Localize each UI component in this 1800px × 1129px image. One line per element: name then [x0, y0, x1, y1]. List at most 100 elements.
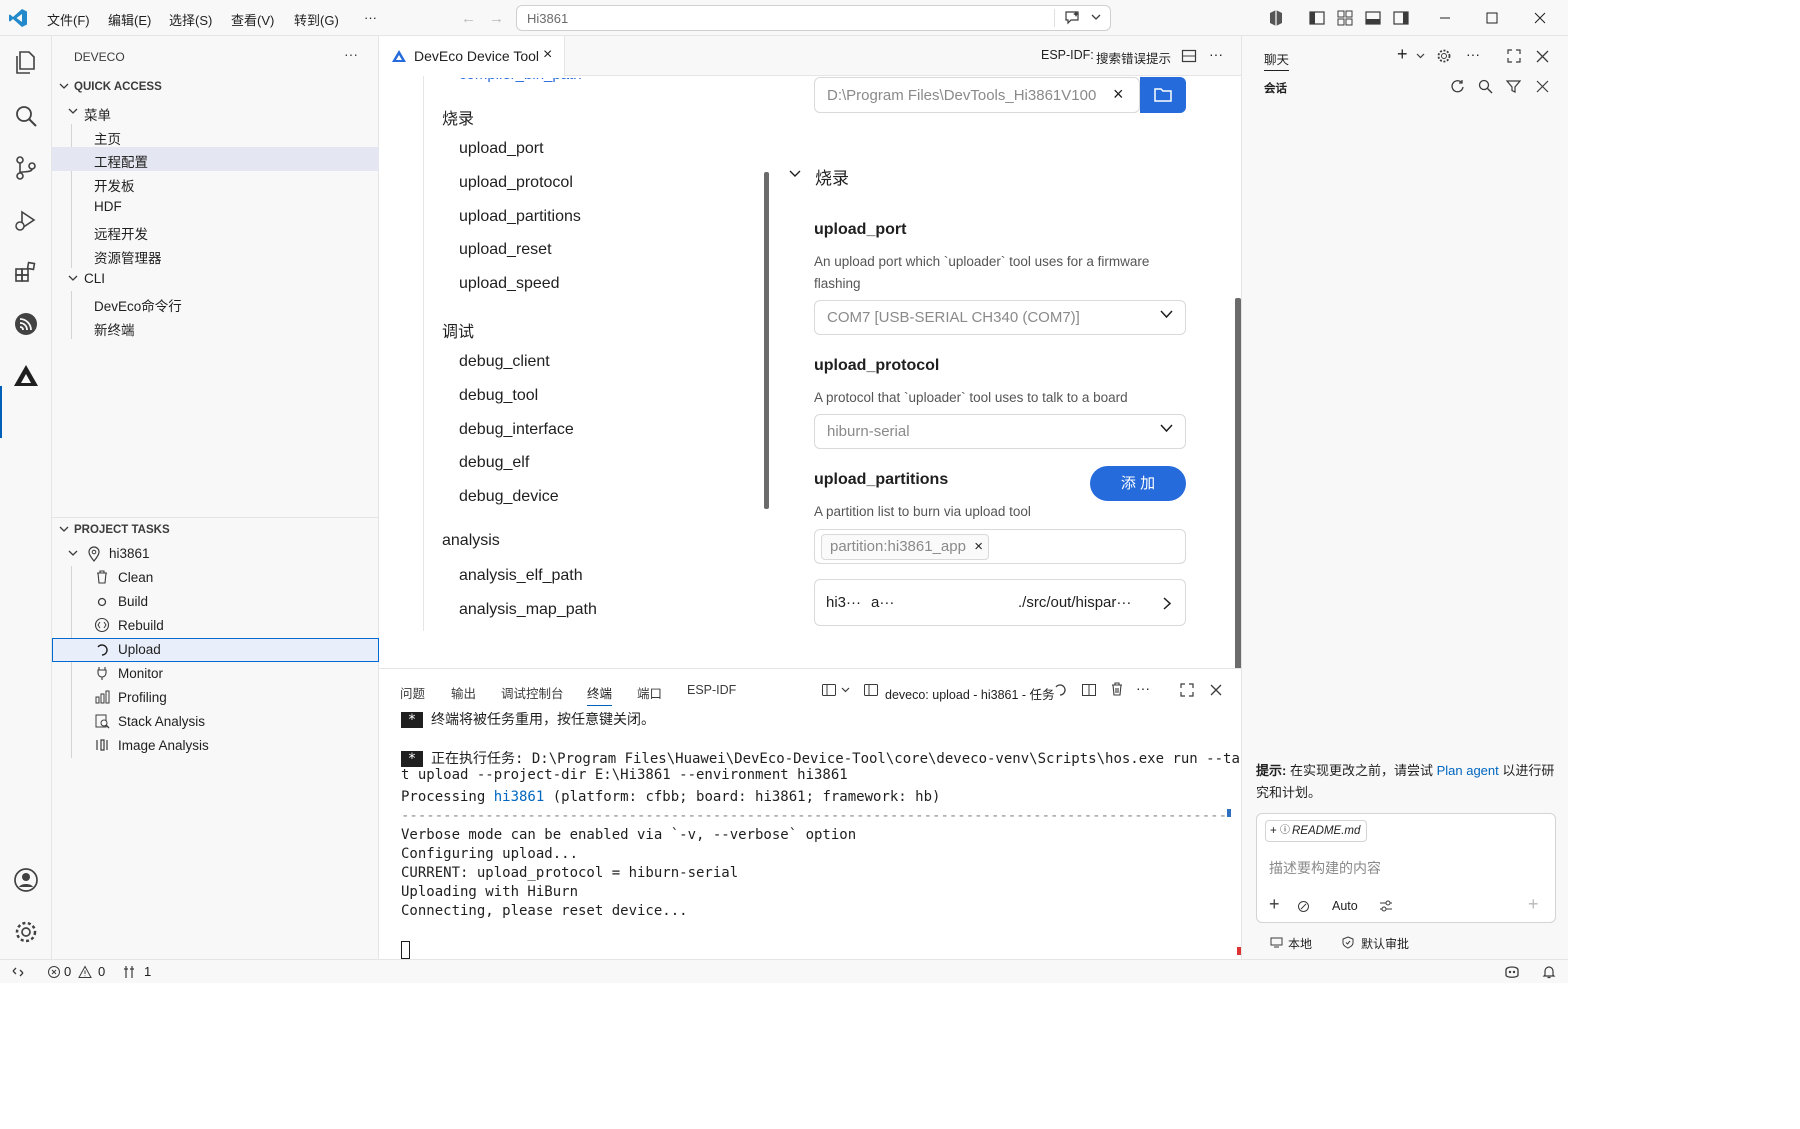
toc-item-analysis-elf-path[interactable]: analysis_elf_path [459, 567, 583, 585]
toolchain-path-input[interactable]: D:\Program Files\DevTools_Hi3861V100 × [814, 77, 1140, 113]
toc-item-debug-interface[interactable]: debug_interface [459, 421, 574, 439]
toc-section-upload[interactable]: 烧录 [442, 105, 474, 129]
add-partition-button[interactable]: 添 加 [1090, 466, 1186, 501]
command-center-search[interactable]: Hi3861 [516, 5, 1111, 31]
account-icon[interactable] [12, 866, 40, 894]
partitions-tag-input[interactable]: partition:hi3861_app × [814, 529, 1186, 564]
task-monitor[interactable]: Monitor [52, 662, 379, 686]
tree-group-cli[interactable]: CLI [52, 267, 379, 291]
ports-icon[interactable] [123, 965, 139, 979]
tab-deveco-device-tool[interactable]: DevEco Device Tool × [379, 36, 565, 76]
chat-toggle[interactable] [1054, 9, 1110, 27]
close-panel-icon[interactable] [1209, 683, 1223, 697]
menu-edit[interactable]: 编辑(E) [108, 10, 151, 29]
tree-item-deveco-cli[interactable]: DevEco命令行 [52, 291, 379, 315]
notifications-bell-icon[interactable] [1541, 964, 1557, 980]
task-stack-analysis[interactable]: Stack Analysis [52, 710, 379, 734]
close-chat-icon[interactable] [1536, 50, 1549, 63]
deveco-icon[interactable] [12, 362, 40, 390]
terminal-cursor[interactable] [401, 941, 410, 959]
send-plus-icon[interactable]: + [1528, 894, 1539, 915]
tab-problems[interactable]: 问题 [400, 683, 425, 702]
tree-group-menu[interactable]: 菜单 [52, 100, 379, 124]
panel-more-button[interactable]: ··· [1136, 680, 1150, 696]
context-attachment[interactable]: + ⓘ README.md [1265, 820, 1368, 842]
editor-more-button[interactable]: ··· [1209, 46, 1223, 62]
warning-count[interactable]: 0 [98, 964, 105, 979]
copilot-icon[interactable] [1267, 9, 1285, 27]
attach-plus-icon[interactable]: + [1269, 894, 1280, 915]
toc-section-debug[interactable]: 调试 [442, 318, 474, 342]
error-icon[interactable] [47, 965, 61, 979]
tab-close-button[interactable]: × [543, 46, 552, 64]
chevron-down-icon[interactable] [841, 687, 850, 693]
search-icon[interactable] [12, 102, 40, 130]
toggle-secondary-sidebar-icon[interactable] [1392, 9, 1410, 27]
terminal-task-label[interactable]: deveco: upload - hi3861 - 任务 [885, 684, 1055, 703]
task-upload[interactable]: Upload [52, 638, 379, 662]
search-icon[interactable] [1478, 79, 1493, 94]
chat-input-placeholder[interactable]: 描述要构建的内容 [1269, 858, 1381, 878]
toc-item-debug-client[interactable]: debug_client [459, 353, 550, 371]
sliders-icon[interactable] [1379, 899, 1393, 913]
menu-selection[interactable]: 选择(S) [169, 10, 212, 29]
default-approval-label[interactable]: 默认审批 [1361, 935, 1409, 952]
clear-path-button[interactable]: × [1113, 84, 1124, 105]
toggle-sidebar-icon[interactable] [1308, 9, 1326, 27]
tab-output[interactable]: 输出 [451, 683, 476, 702]
task-rebuild[interactable]: Rebuild [52, 614, 379, 638]
espressif-icon[interactable] [12, 310, 40, 338]
tab-debug-console[interactable]: 调试控制台 [501, 683, 564, 702]
task-image-analysis[interactable]: Image Analysis [52, 734, 379, 758]
new-chat-plus-icon[interactable]: + [1397, 44, 1408, 65]
upload-port-select[interactable]: COM7 [USB-SERIAL CH340 (COM7)] [814, 300, 1186, 335]
toc-item-upload-speed[interactable]: upload_speed [459, 275, 560, 293]
maximize-icon[interactable] [1483, 9, 1501, 27]
model-mode-picker[interactable]: Auto [1332, 899, 1358, 913]
tree-item-hdf[interactable]: HDF [52, 195, 379, 219]
toc-scrollbar[interactable] [764, 172, 769, 509]
back-arrow-icon[interactable]: ← [461, 10, 476, 27]
menu-go[interactable]: 转到(G) [294, 10, 339, 29]
quick-access-header[interactable]: QUICK ACCESS [52, 78, 379, 98]
settings-gear-icon[interactable] [1436, 48, 1452, 64]
split-terminal-icon[interactable] [1081, 682, 1097, 698]
terminal-env-link[interactable]: hi3861 [494, 789, 545, 805]
task-profiling[interactable]: Profiling [52, 686, 379, 710]
chevron-down-icon[interactable] [1416, 53, 1425, 59]
tree-item-remote-dev[interactable]: 远程开发 [52, 219, 379, 243]
tree-item-boards[interactable]: 开发板 [52, 171, 379, 195]
tree-item-resource-manager[interactable]: 资源管理器 [52, 243, 379, 267]
toc-item-debug-elf[interactable]: debug_elf [459, 454, 529, 472]
minimize-icon[interactable] [1436, 9, 1454, 27]
source-control-icon[interactable] [12, 154, 40, 182]
upload-protocol-select[interactable]: hiburn-serial [814, 414, 1186, 449]
toc-item-upload-protocol[interactable]: upload_protocol [459, 174, 573, 192]
tag-remove-button[interactable]: × [974, 535, 983, 559]
refresh-icon[interactable] [1450, 79, 1465, 94]
tree-item-home[interactable]: 主页 [52, 124, 379, 148]
extensions-icon[interactable] [12, 258, 40, 286]
forward-arrow-icon[interactable]: → [489, 10, 504, 27]
toggle-panel-icon[interactable] [1364, 9, 1382, 27]
terminal-layout-icon[interactable] [821, 682, 837, 698]
esp-idf-search-errors[interactable]: 搜索错误提示 [1096, 48, 1171, 67]
toc-item-upload-reset[interactable]: upload_reset [459, 241, 552, 259]
toc-item-upload-partitions[interactable]: upload_partitions [459, 208, 581, 226]
toc-item-debug-device[interactable]: debug_device [459, 488, 559, 506]
tab-esp-idf[interactable]: ESP-IDF [687, 683, 736, 697]
task-clean[interactable]: Clean [52, 566, 379, 590]
tools-icon[interactable] [1297, 900, 1310, 913]
run-debug-icon[interactable] [12, 206, 40, 234]
close-window-icon[interactable] [1531, 9, 1549, 27]
task-build[interactable]: Build [52, 590, 379, 614]
toc-item-upload-port[interactable]: upload_port [459, 140, 544, 158]
section-upload-header[interactable]: 烧录 [789, 164, 989, 188]
plan-agent-link[interactable]: Plan agent [1437, 763, 1499, 778]
project-tasks-header[interactable]: PROJECT TASKS [52, 521, 379, 541]
customize-layout-icon[interactable] [1336, 9, 1354, 27]
ports-count[interactable]: 1 [144, 964, 151, 979]
menu-file[interactable]: 文件(F) [47, 10, 90, 29]
toc-item-analysis-map-path[interactable]: analysis_map_path [459, 601, 597, 619]
collapse-icon[interactable] [1536, 80, 1549, 93]
